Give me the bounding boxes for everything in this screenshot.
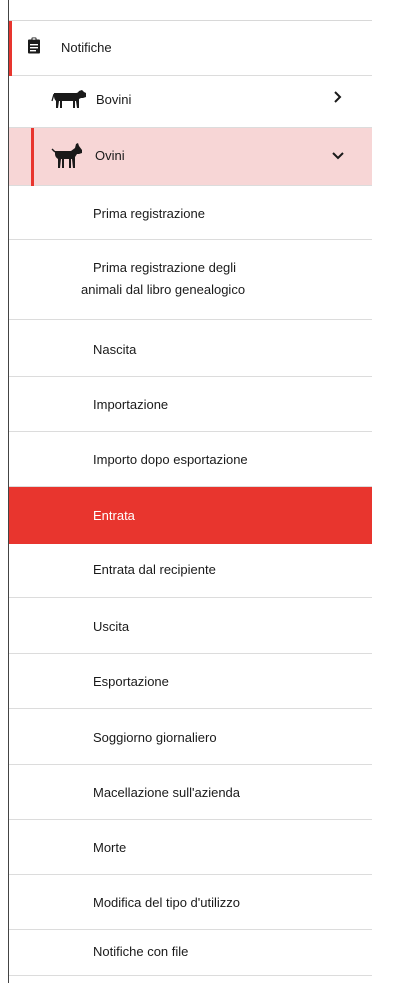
subnav-item-importazione[interactable]: Importazione [9,377,372,432]
subnav-item-entrata[interactable]: Entrata [9,487,372,544]
goat-icon [51,142,83,175]
subnav-label: Prima registrazione [93,206,205,221]
subnav-item-importo-dopo-esportazione[interactable]: Importo dopo esportazione [9,432,372,487]
nav-item-ovini[interactable]: Ovini [9,128,372,186]
subnav-label: Macellazione sull'azienda [93,785,241,800]
subnav-label: Entrata [93,508,135,523]
subnav-label: Modifica del tipo d'utilizzo [93,895,240,910]
subnav-item-modifica-tipo-utilizzo[interactable]: Modifica del tipo d'utilizzo [9,875,372,930]
subnav-label-line2: animali dal libro genealogico [81,282,246,297]
nav-item-bovini[interactable]: Bovini [9,76,372,128]
subnav-label: Uscita [93,619,130,634]
subnav-label: Esportazione [93,674,169,689]
subnav-item-uscita[interactable]: Uscita [9,598,372,654]
active-indicator [9,21,12,76]
subnav-item-nascita[interactable]: Nascita [9,320,372,377]
clipboard-icon [27,37,41,59]
subnav-label: Entrata dal recipiente [93,562,216,577]
subnav-item-macellazione-sull-azienda[interactable]: Macellazione sull'azienda [9,765,372,820]
subnav-item-prima-registrazione-libro-genealogico[interactable]: Prima registrazione degli animali dal li… [9,240,372,320]
active-indicator [31,128,34,186]
subnav-label: Prima registrazione degli animali dal li… [81,257,351,301]
nav-label-ovini: Ovini [95,148,125,163]
subnav-label: Importazione [93,397,169,412]
nav-label-bovini: Bovini [96,92,132,107]
subnav-label: Nascita [93,342,137,357]
subnav-item-prima-registrazione[interactable]: Prima registrazione [9,186,372,240]
nav-label-notifiche: Notifiche [61,40,112,55]
subnav-item-soggiorno-giornaliero[interactable]: Soggiorno giornaliero [9,709,372,765]
subnav-label: Morte [93,840,127,855]
chevron-right-icon [333,90,343,108]
subnav-item-morte[interactable]: Morte [9,820,372,875]
subnav-item-notifiche-con-file[interactable]: Notifiche con file [9,930,372,976]
subnav-item-esportazione[interactable]: Esportazione [9,654,372,709]
chevron-down-icon [332,148,344,166]
nav-item-notifiche[interactable]: Notifiche [9,21,372,76]
subnav-label: Notifiche con file [93,944,189,959]
subnav-label: Importo dopo esportazione [93,452,248,467]
subnav-label-line1: Prima registrazione degli [93,260,237,275]
subnav-item-entrata-dal-recipiente[interactable]: Entrata dal recipiente [9,544,372,598]
cow-icon [51,88,87,117]
subnav-label: Soggiorno giornaliero [93,730,217,745]
